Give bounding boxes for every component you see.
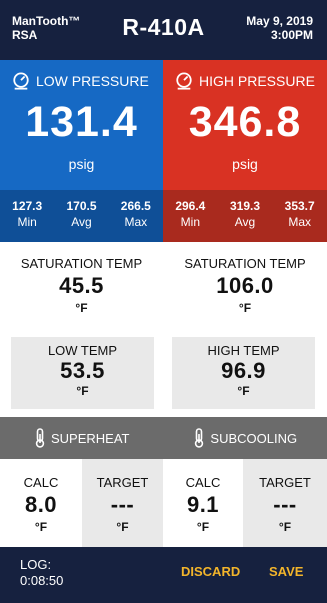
high-temp-unit: °F bbox=[237, 384, 250, 398]
subcooling-target[interactable]: TARGET --- °F bbox=[243, 459, 327, 547]
time-text: 3:00PM bbox=[270, 28, 313, 42]
app-header: ManTooth™ RSA R-410A May 9, 2019 3:00PM bbox=[0, 0, 327, 60]
low-pressure-unit: psig bbox=[68, 156, 95, 172]
high-saturation-unit: °F bbox=[238, 301, 252, 315]
low-min: 127.3 Min bbox=[0, 190, 54, 242]
subcooling-target-unit: °F bbox=[278, 520, 292, 534]
subcooling-header: SUBCOOLING bbox=[164, 417, 327, 459]
low-avg-value: 170.5 bbox=[66, 199, 97, 213]
subcooling-calc: CALC 9.1 °F bbox=[163, 459, 243, 547]
high-min: 296.4 Min bbox=[163, 190, 218, 242]
high-min-label: Min bbox=[180, 215, 200, 229]
superheat-target-title: TARGET bbox=[96, 475, 149, 490]
high-pressure-value: 346.8 bbox=[188, 98, 302, 146]
low-min-label: Min bbox=[17, 215, 37, 229]
low-pressure-panel[interactable]: LOW PRESSURE 131.4 psig 127.3 Min 170.5 … bbox=[0, 60, 163, 242]
high-max-value: 353.7 bbox=[284, 199, 315, 213]
low-min-value: 127.3 bbox=[12, 199, 43, 213]
footer-bar: LOG: 0:08:50 DISCARD SAVE bbox=[0, 547, 327, 603]
high-avg-value: 319.3 bbox=[229, 199, 261, 213]
low-saturation-unit: °F bbox=[75, 301, 88, 315]
save-button[interactable]: SAVE bbox=[269, 564, 303, 579]
high-temp-title: HIGH TEMP bbox=[207, 343, 280, 358]
low-pressure-title: LOW PRESSURE bbox=[12, 72, 149, 90]
low-pressure-stats: 127.3 Min 170.5 Avg 266.5 Max bbox=[0, 190, 163, 242]
subcooling-calc-value: 9.1 bbox=[186, 492, 220, 517]
superheat-label: SUPERHEAT bbox=[51, 430, 130, 446]
low-saturation-value: 45.5 bbox=[59, 273, 104, 298]
superheat-target-value: --- bbox=[110, 492, 135, 517]
low-saturation-title: SATURATION TEMP bbox=[20, 256, 143, 271]
high-min-value: 296.4 bbox=[175, 199, 206, 213]
high-saturation-title: SATURATION TEMP bbox=[184, 256, 306, 271]
discard-button[interactable]: DISCARD bbox=[181, 564, 240, 579]
high-pressure-stats: 296.4 Min 319.3 Avg 353.7 Max bbox=[163, 190, 327, 242]
log-timer: LOG: 0:08:50 bbox=[20, 557, 63, 589]
thermometer-icon bbox=[35, 428, 45, 448]
thermometer-icon bbox=[195, 428, 204, 448]
low-max-label: Max bbox=[124, 215, 148, 229]
low-pressure-value: 131.4 bbox=[25, 98, 138, 146]
low-saturation-temp: SATURATION TEMP 45.5 °F bbox=[0, 242, 163, 324]
subcooling-target-value: --- bbox=[273, 492, 297, 517]
high-pressure-panel[interactable]: HIGH PRESSURE 346.8 psig 296.4 Min 319.3… bbox=[163, 60, 327, 242]
low-max: 266.5 Max bbox=[109, 190, 163, 242]
high-avg: 319.3 Avg bbox=[218, 190, 273, 242]
superheat-calc: CALC 8.0 °F bbox=[0, 459, 82, 547]
subcooling-target-title: TARGET bbox=[259, 475, 311, 490]
high-temp-value: 96.9 bbox=[221, 358, 266, 383]
high-pressure-label: HIGH PRESSURE bbox=[199, 73, 315, 89]
datetime: May 9, 2019 3:00PM bbox=[246, 14, 313, 42]
superheat-header: SUPERHEAT bbox=[0, 417, 164, 459]
subcooling-label: SUBCOOLING bbox=[210, 430, 298, 446]
high-pressure-unit: psig bbox=[232, 156, 258, 172]
high-max: 353.7 Max bbox=[272, 190, 327, 242]
date-text: May 9, 2019 bbox=[246, 14, 313, 28]
high-temp-box[interactable]: HIGH TEMP 96.9 °F bbox=[172, 337, 315, 409]
low-temp-box[interactable]: LOW TEMP 53.5 °F bbox=[11, 337, 154, 409]
low-max-value: 266.5 bbox=[120, 199, 151, 213]
log-label: LOG: bbox=[20, 557, 52, 572]
low-temp-value: 53.5 bbox=[60, 358, 105, 383]
superheat-calc-unit: °F bbox=[34, 520, 48, 534]
high-saturation-temp: SATURATION TEMP 106.0 °F bbox=[163, 242, 327, 324]
gauge-icon bbox=[13, 72, 29, 90]
low-avg-label: Avg bbox=[71, 215, 92, 229]
high-saturation-value: 106.0 bbox=[216, 273, 274, 298]
low-temp-unit: °F bbox=[76, 384, 89, 398]
low-pressure-label: LOW PRESSURE bbox=[36, 73, 149, 89]
superheat-target-unit: °F bbox=[116, 520, 129, 534]
gauge-icon bbox=[176, 72, 192, 90]
superheat-calc-title: CALC bbox=[23, 475, 59, 490]
section-header-bar: SUPERHEAT SUBCOOLING bbox=[0, 417, 327, 459]
low-avg: 170.5 Avg bbox=[54, 190, 108, 242]
high-max-label: Max bbox=[288, 215, 312, 229]
superheat-target[interactable]: TARGET --- °F bbox=[82, 459, 163, 547]
low-temp-title: LOW TEMP bbox=[47, 343, 118, 358]
subcooling-calc-title: CALC bbox=[185, 475, 221, 490]
high-pressure-title: HIGH PRESSURE bbox=[175, 72, 315, 90]
log-time: 0:08:50 bbox=[20, 573, 64, 588]
high-avg-label: Avg bbox=[234, 215, 256, 229]
subcooling-calc-unit: °F bbox=[196, 520, 210, 534]
superheat-calc-value: 8.0 bbox=[24, 492, 58, 517]
